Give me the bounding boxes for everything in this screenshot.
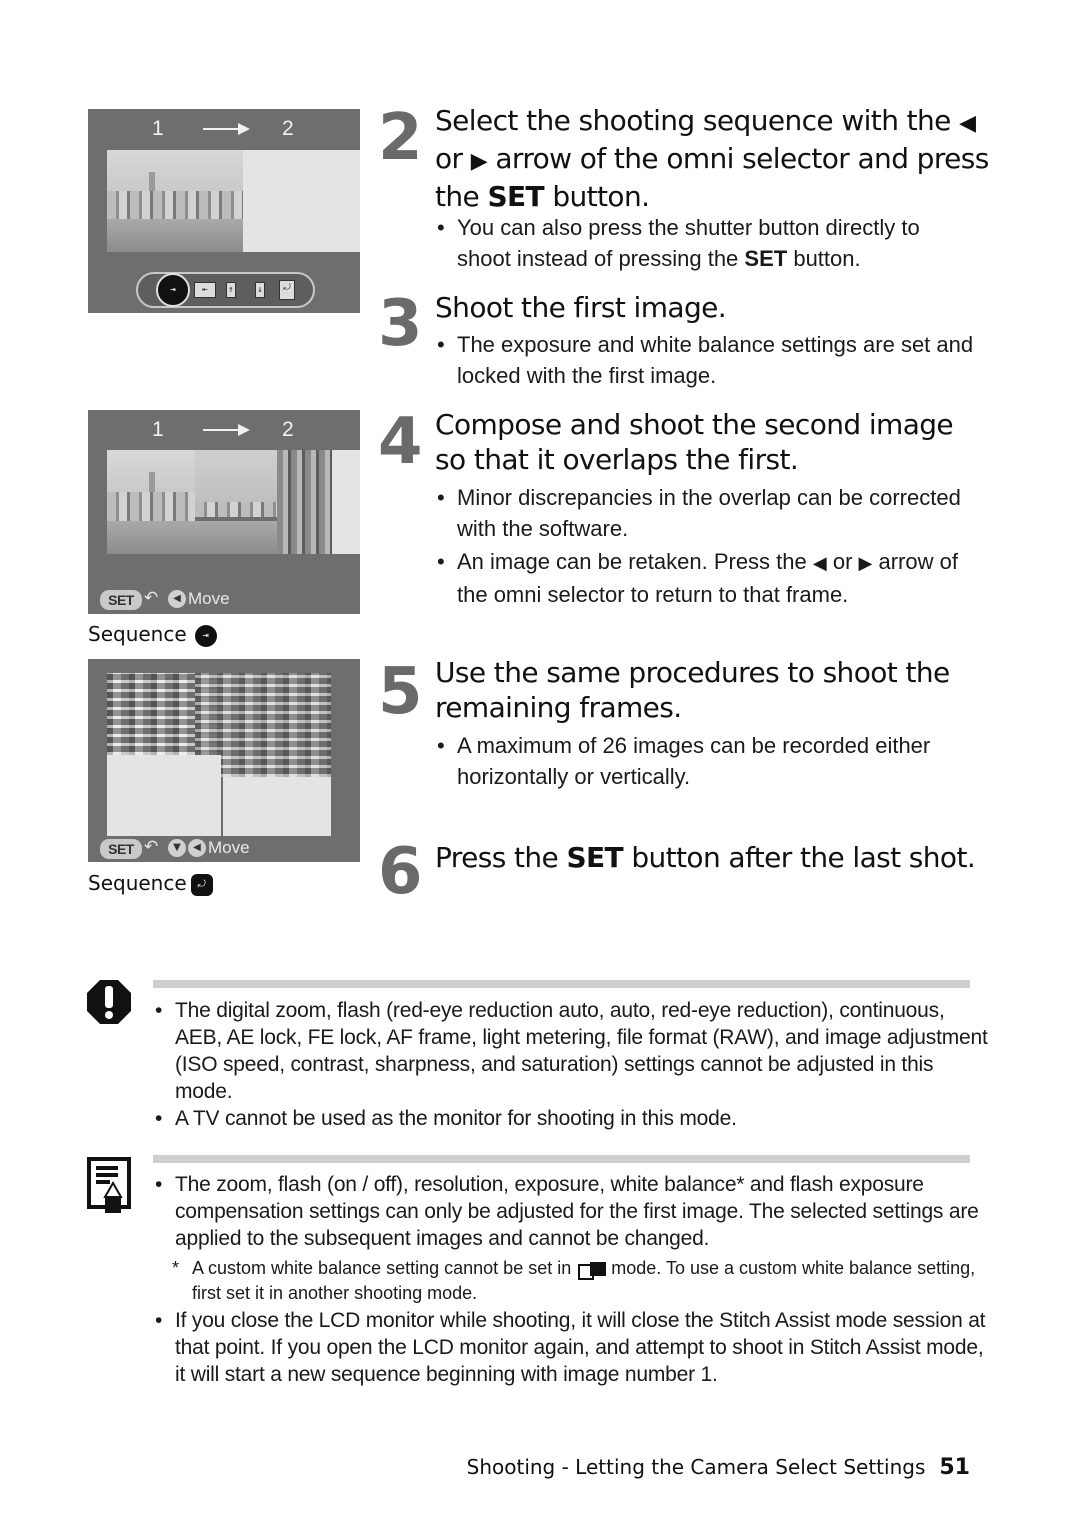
step-6-title: Press the SET button after the last shot… [435,841,976,874]
left-arrow-icon: ◀ [959,111,976,136]
screen-caption-sequence: Sequence ⇥ [88,622,217,647]
page-footer: Shooting - Letting the Camera Select Set… [467,1455,970,1480]
left-arrow-button-icon[interactable]: ◀ [168,590,186,608]
memo-bullet-1: The zoom, flash (on / off), resolution, … [155,1171,995,1252]
empty-frame-4 [223,777,331,836]
undo-icon: ↶ [144,837,159,856]
sequence-from-number: 1 [152,418,164,441]
memo-icon [87,1157,131,1213]
step-number-4: 4 [378,405,423,479]
caption-text: Sequence [88,871,187,895]
step-number-5: 5 [378,655,423,729]
caution-divider [153,980,970,988]
sequence-arrow-head-icon [238,123,250,135]
screen-caption-sequence: Sequence ⤾ [88,871,213,896]
caution-bullet-2: A TV cannot be used as the monitor for s… [155,1105,995,1132]
sequence-from-number: 1 [152,117,164,140]
step-5-bullet: A maximum of 26 images can be recorded e… [437,730,977,792]
page-number: 51 [939,1455,970,1480]
caution-icon [87,980,131,1024]
step-4-bullet-2: An image can be retaken. Press the ◀ or … [437,546,977,610]
lcd-screen-overlap: 1 2 SET ↶ ◀ Move [88,410,360,614]
empty-frame-2 [243,150,360,252]
down-arrow-button-icon[interactable]: ▼ [168,839,186,857]
step-number-6: 6 [378,835,423,909]
stitch-assist-mode-icon [576,1260,607,1281]
sequence-mode-selector[interactable]: ⇥ ⇤ ↑ ↓ ⤾ [136,272,315,308]
step-3-title: Shoot the first image. [435,291,727,324]
lcd-screen-select-sequence: 1 2 ⇥ ⇤ ↑ ↓ ⤾ [88,109,360,313]
move-label: Move [208,838,250,857]
memo-bullet-2: If you close the LCD monitor while shoot… [155,1307,995,1388]
clockwise-mode-icon[interactable]: ⤾ [279,280,295,300]
step-number-2: 2 [378,101,423,175]
step-number-3: 3 [378,287,423,361]
left-to-right-mode-icon[interactable]: ⇥ [156,273,190,307]
clockwise-sequence-icon: ⤾ [190,873,213,896]
memo-divider [153,1155,970,1163]
step-5-title: Use the same procedures to shoot the rem… [435,656,950,724]
empty-frame-area [332,450,360,554]
left-arrow-button-icon[interactable]: ◀ [188,839,206,857]
sequence-arrow-head-icon [238,424,250,436]
caution-bullet-1: The digital zoom, flash (red-eye reducti… [155,997,995,1105]
right-to-left-mode-icon[interactable]: ⇤ [194,282,216,298]
step-2-bullet: You can also press the shutter button di… [437,212,977,274]
top-to-bottom-mode-icon[interactable]: ↓ [255,282,265,298]
sequence-arrow-line [203,429,239,431]
caption-text: Sequence [88,622,187,646]
set-button[interactable]: SET [100,839,142,859]
step-4-bullet-1: Minor discrepancies in the overlap can b… [437,482,977,544]
live-view-image-2 [195,450,332,554]
step-4-title: Compose and shoot the second image so th… [435,408,954,476]
bottom-to-top-mode-icon[interactable]: ↑ [226,282,236,298]
sequence-arrow-line [203,128,239,130]
step-3-bullet: The exposure and white balance settings … [437,329,977,391]
captured-image-1 [107,450,195,554]
lcd-screen-clockwise: SET ↶ ▼ ◀ Move [88,659,360,862]
section-title: Shooting - Letting the Camera Select Set… [466,1455,926,1479]
captured-image-1 [107,150,243,252]
right-arrow-icon: ▶ [470,149,488,174]
left-to-right-sequence-icon: ⇥ [194,624,217,647]
right-arrow-icon: ▶ [858,553,873,573]
set-button[interactable]: SET [100,590,142,610]
move-label: Move [188,589,230,608]
empty-frame-3 [107,755,221,836]
step-2-title: Select the shooting sequence with the ◀ … [435,104,989,213]
sequence-to-number: 2 [282,117,294,140]
sequence-to-number: 2 [282,418,294,441]
left-arrow-icon: ◀ [812,553,827,573]
undo-icon: ↶ [144,588,159,607]
memo-footnote: A custom white balance setting cannot be… [172,1256,992,1306]
